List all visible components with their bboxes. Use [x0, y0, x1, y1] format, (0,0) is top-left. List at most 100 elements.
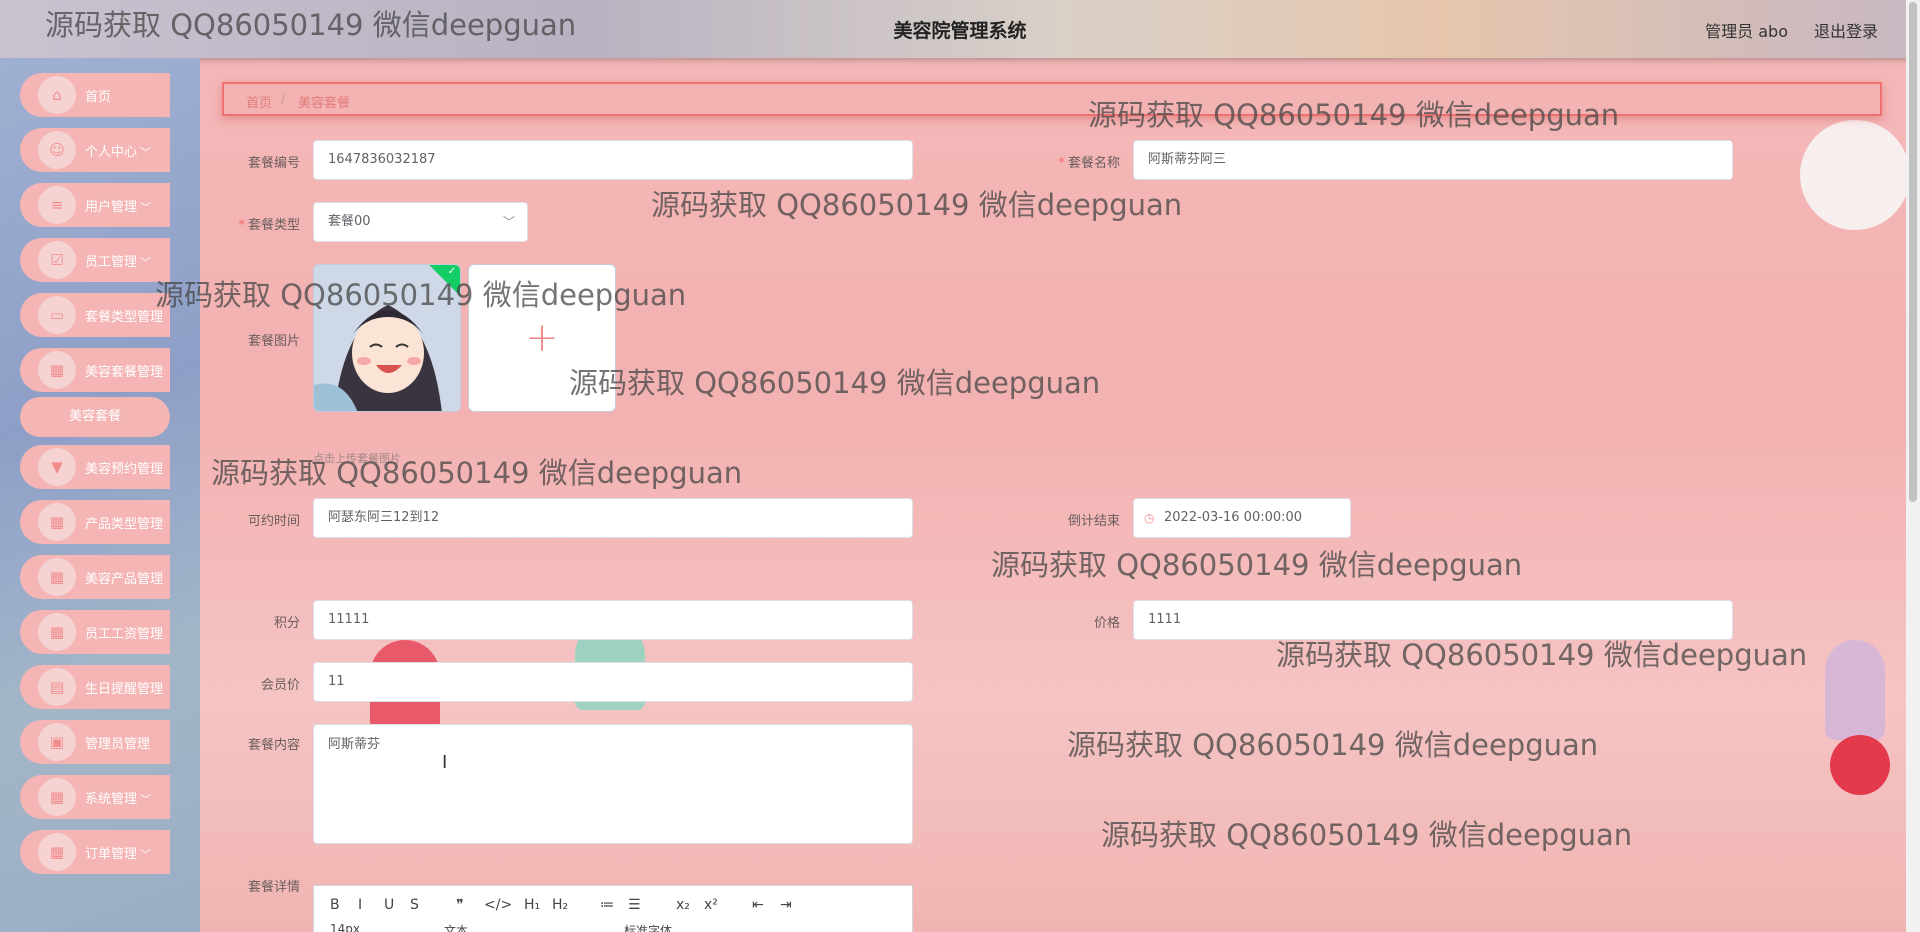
sidebar-item-label: 系统管理 ﹀ [85, 792, 152, 807]
menu-icon: ≡ [38, 186, 76, 224]
chevron-down-icon: ﹀ [140, 201, 152, 214]
editor-dropdown[interactable]: 标准字体 [624, 922, 672, 932]
editor-toolbar-button[interactable]: </> [484, 897, 512, 913]
sidebar-item-label: 管理员管理 [85, 737, 151, 752]
time-input[interactable]: 阿瑟东阿三12到12 [313, 498, 913, 538]
grid-icon: ▦ [38, 558, 76, 596]
editor-dropdown[interactable]: 文本 [444, 922, 468, 932]
editor-toolbar-button[interactable]: ❞ [456, 897, 464, 913]
sidebar-item[interactable]: ▭ 套餐类型管理 [20, 293, 170, 337]
sidebar-item[interactable]: ▦ 美容套餐管理 [20, 348, 170, 392]
sidebar-item-label: 员工工资管理 [85, 627, 164, 642]
grid-icon: ▦ [38, 503, 76, 541]
sidebar-item-label: 美容套餐管理 [85, 365, 164, 380]
editor-dropdown[interactable]: 14px [330, 922, 360, 932]
breadcrumb-current: 美容套餐 [298, 96, 351, 111]
watermark: 源码获取 QQ86050149 微信deepguan [1067, 728, 1599, 762]
editor-toolbar-button[interactable]: ⇤ [752, 897, 764, 913]
time-label: 可约时间 [247, 514, 300, 529]
submenu-item-beauty-package[interactable]: 美容套餐 [20, 397, 170, 437]
sidebar-item[interactable]: ☺ 个人中心 ﹀ [20, 128, 170, 172]
name-input[interactable]: 阿斯蒂芬阿三 [1133, 140, 1733, 180]
upload-hint: 点击上传套餐图片 [313, 452, 401, 465]
editor-toolbar-button[interactable]: U [384, 897, 394, 913]
image-label: 套餐图片 [247, 334, 300, 349]
sidebar-item[interactable]: ▼ 美容预约管理 [20, 445, 170, 489]
detail-label: 套餐详情 [247, 880, 300, 895]
content-textarea[interactable]: 阿斯蒂芬 [313, 724, 913, 844]
type-label: * 套餐类型 [238, 218, 300, 233]
upload-add-button[interactable]: + [468, 264, 616, 412]
sidebar-item-label: 产品类型管理 [85, 517, 164, 532]
chevron-down-icon: ﹀ [502, 215, 515, 229]
chevron-down-icon: ﹀ [140, 793, 152, 806]
user-icon: ☺ [38, 131, 76, 169]
editor-toolbar-button[interactable]: ⇥ [780, 897, 792, 913]
editor-toolbar-button[interactable]: S [410, 897, 419, 913]
logout-link[interactable]: 退出登录 [1814, 18, 1878, 42]
app-title: 美容院管理系统 [893, 20, 1027, 42]
breadcrumb-home[interactable]: 首页 [246, 92, 272, 111]
chevron-down-icon: ﹀ [140, 848, 152, 861]
price-label: 价格 [1093, 616, 1120, 631]
home-icon: ⌂ [38, 76, 76, 114]
editor-toolbar-button[interactable]: x² [704, 897, 718, 913]
decor-blob [1830, 735, 1890, 795]
content-label: 套餐内容 [247, 738, 300, 753]
points-input[interactable]: 11111 [313, 600, 913, 640]
sidebar-item-label: 生日提醒管理 [85, 682, 164, 697]
sidebar: ⌂ 首页 ☺ 个人中心 ﹀ ≡ 用户管理 ﹀ ☑ 员工管理 ﹀ ▭ 套餐类型管理 ▦ 美容套餐管理 ▼ 美容预约… [0, 58, 200, 932]
top-header: 美容院管理系统 管理员 abo 退出登录 [0, 0, 1920, 58]
editor-toolbar-button[interactable]: x₂ [676, 897, 690, 913]
rich-text-editor[interactable]: B I U S ❞ </> H₁ H₂ ≔ ☰ x₂ x² ⇤ ⇥ 14px 文本 标准字体 [313, 885, 913, 932]
editor-toolbar-button[interactable]: H₂ [552, 897, 568, 913]
page-scrollbar[interactable] [1906, 0, 1920, 932]
sidebar-item[interactable]: ▦ 美容产品管理 [20, 555, 170, 599]
grid-icon: ▦ [38, 833, 76, 871]
grid-icon: ▦ [38, 778, 76, 816]
scrollbar-thumb[interactable] [1909, 2, 1917, 502]
points-label: 积分 [273, 616, 300, 631]
decor-blob [1825, 640, 1885, 740]
watermark: 源码获取 QQ86050149 微信deepguan [1101, 818, 1633, 852]
name-label: * 套餐名称 [1058, 156, 1120, 171]
sidebar-item-label: 美容预约管理 [85, 462, 164, 477]
sidebar-item[interactable]: ▦ 产品类型管理 [20, 500, 170, 544]
chevron-down-icon: ﹀ [140, 256, 152, 269]
sidebar-item-label: 首页 [85, 90, 112, 105]
sidebar-item[interactable]: ⌂ 首页 [20, 73, 170, 117]
code-label: 套餐编号 [247, 156, 300, 171]
editor-toolbar-button[interactable]: ☰ [628, 897, 641, 913]
anime-avatar-image [314, 265, 460, 411]
chevron-down-icon: ﹀ [140, 146, 152, 159]
countdown-label: 倒计结束 [1067, 514, 1120, 529]
pin-icon: ▼ [38, 448, 76, 486]
monitor-icon: ▭ [38, 296, 76, 334]
sidebar-item[interactable]: ☑ 员工管理 ﹀ [20, 238, 170, 282]
editor-toolbar-button[interactable]: I [358, 897, 362, 913]
sidebar-item[interactable]: ▣ 管理员管理 [20, 720, 170, 764]
editor-toolbar-button[interactable]: H₁ [524, 897, 540, 913]
sidebar-item[interactable]: ▤ 生日提醒管理 [20, 665, 170, 709]
sidebar-item-label: 美容产品管理 [85, 572, 164, 587]
sidebar-item[interactable]: ▦ 系统管理 ﹀ [20, 775, 170, 819]
code-input[interactable]: 1647836032187 [313, 140, 913, 180]
editor-toolbar-button[interactable]: ≔ [600, 897, 614, 913]
price-input[interactable]: 1111 [1133, 600, 1733, 640]
member-price-input[interactable]: 11 [313, 662, 913, 702]
sidebar-item-label: 用户管理 ﹀ [85, 200, 152, 215]
watermark: 源码获取 QQ86050149 微信deepguan [991, 548, 1523, 582]
sidebar-item[interactable]: ≡ 用户管理 ﹀ [20, 183, 170, 227]
editor-toolbar-button[interactable]: B [330, 897, 340, 913]
clock-icon: ◷ [1144, 511, 1155, 525]
watermark: 源码获取 QQ86050149 微信deepguan [569, 366, 1101, 400]
check-square-icon: ☑ [38, 241, 76, 279]
calendar-icon: ▤ [38, 668, 76, 706]
countdown-datepicker[interactable]: ◷ 2022-03-16 00:00:00 [1133, 498, 1351, 538]
sidebar-item[interactable]: ▦ 员工工资管理 [20, 610, 170, 654]
type-select[interactable]: 套餐00 ﹀ [313, 202, 528, 242]
grid-icon: ▦ [38, 613, 76, 651]
plus-icon: + [525, 315, 559, 361]
sidebar-item[interactable]: ▦ 订单管理 ﹀ [20, 830, 170, 874]
uploaded-image[interactable]: ✓ [313, 264, 461, 412]
